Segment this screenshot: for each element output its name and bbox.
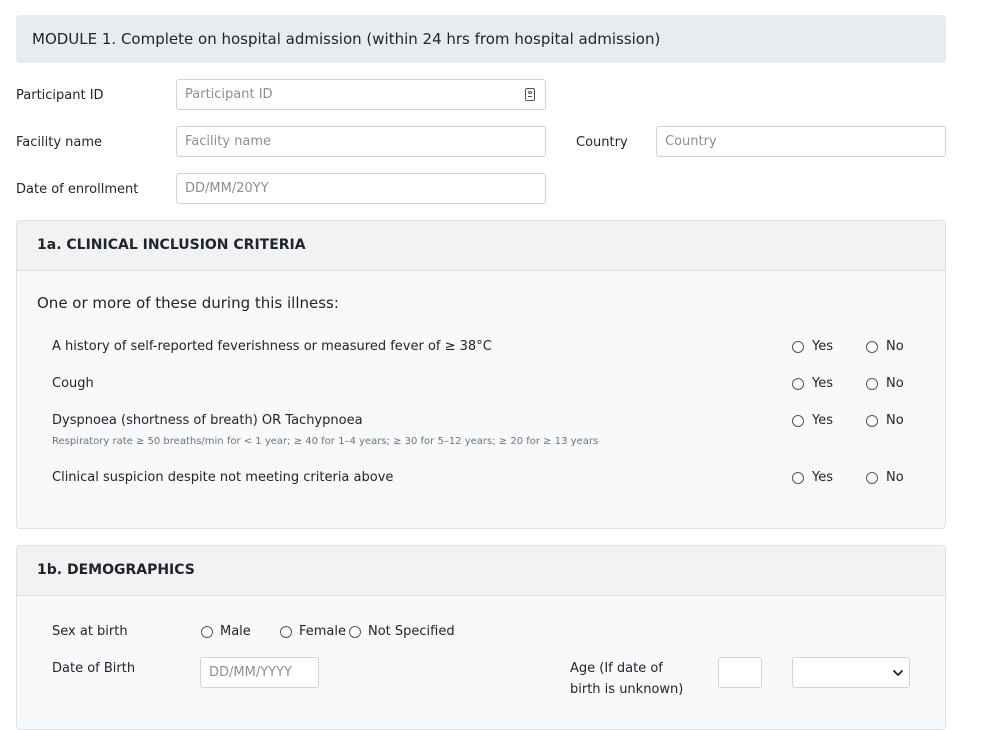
- sex-not-specified-label: Not Specified: [368, 624, 455, 639]
- criterion-fever-label: A history of self-reported feverishness …: [52, 339, 492, 354]
- criterion-dyspnoea-hint: Respiratory rate ≥ 50 breaths/min for < …: [52, 436, 599, 447]
- criterion-cough-no-label: No: [886, 376, 904, 391]
- criterion-dyspnoea-yes-label: Yes: [812, 413, 833, 428]
- criterion-clinical-suspicion-yes-radio[interactable]: [792, 472, 804, 484]
- date-of-birth-label: Date of Birth: [52, 661, 136, 676]
- criterion-clinical-suspicion-yes-label: Yes: [812, 470, 833, 485]
- criterion-dyspnoea-yes-radio[interactable]: [792, 415, 804, 427]
- criterion-cough-yes-radio[interactable]: [792, 378, 804, 390]
- enrollment-date-input[interactable]: [176, 173, 546, 204]
- demographics-card: 1b. DEMOGRAPHICS Sex at birth Male Femal…: [16, 545, 946, 730]
- criterion-fever-yes-label: Yes: [812, 339, 833, 354]
- facility-name-input[interactable]: [176, 126, 546, 157]
- inclusion-intro: One or more of these during this illness…: [37, 294, 339, 312]
- participant-id-label: Participant ID: [16, 88, 104, 103]
- criterion-dyspnoea-no-radio[interactable]: [866, 415, 878, 427]
- module-title: MODULE 1. Complete on hospital admission…: [32, 30, 661, 48]
- criterion-clinical-suspicion-no-label: No: [886, 470, 904, 485]
- country-input[interactable]: [656, 126, 946, 157]
- sex-at-birth-label: Sex at birth: [52, 624, 128, 639]
- criterion-fever-yes-radio[interactable]: [792, 341, 804, 353]
- country-label: Country: [576, 135, 628, 150]
- inclusion-criteria-title: 1a. CLINICAL INCLUSION CRITERIA: [37, 237, 306, 253]
- criterion-fever-no-label: No: [886, 339, 904, 354]
- inclusion-criteria-header: 1a. CLINICAL INCLUSION CRITERIA: [17, 221, 945, 271]
- sex-not-specified-radio[interactable]: [349, 626, 361, 638]
- participant-id-input[interactable]: [176, 79, 546, 110]
- age-label-line2: birth is unknown): [570, 682, 684, 697]
- criterion-clinical-suspicion-no-radio[interactable]: [866, 472, 878, 484]
- inclusion-criteria-card: 1a. CLINICAL INCLUSION CRITERIA One or m…: [16, 220, 946, 529]
- age-unit-select[interactable]: [792, 657, 910, 688]
- criterion-cough-yes-label: Yes: [812, 376, 833, 391]
- criterion-cough-no-radio[interactable]: [866, 378, 878, 390]
- sex-female-label: Female: [299, 624, 347, 639]
- age-value-input[interactable]: [718, 657, 762, 688]
- chevron-down-icon: [893, 670, 903, 676]
- age-label-line1: Age (If date of: [570, 661, 663, 676]
- demographics-title: 1b. DEMOGRAPHICS: [37, 562, 195, 578]
- enrollment-date-label: Date of enrollment: [16, 182, 139, 197]
- id-card-icon: [525, 88, 535, 101]
- criterion-clinical-suspicion-label: Clinical suspicion despite not meeting c…: [52, 470, 394, 485]
- sex-male-label: Male: [220, 624, 251, 639]
- criterion-cough-label: Cough: [52, 376, 94, 391]
- facility-name-label: Facility name: [16, 135, 103, 150]
- module-header: MODULE 1. Complete on hospital admission…: [16, 15, 946, 63]
- date-of-birth-input[interactable]: [200, 657, 319, 688]
- demographics-header: 1b. DEMOGRAPHICS: [17, 546, 945, 596]
- criterion-fever-no-radio[interactable]: [866, 341, 878, 353]
- criterion-dyspnoea-label: Dyspnoea (shortness of breath) OR Tachyp…: [52, 413, 363, 428]
- sex-male-radio[interactable]: [201, 626, 213, 638]
- sex-female-radio[interactable]: [280, 626, 292, 638]
- criterion-dyspnoea-no-label: No: [886, 413, 904, 428]
